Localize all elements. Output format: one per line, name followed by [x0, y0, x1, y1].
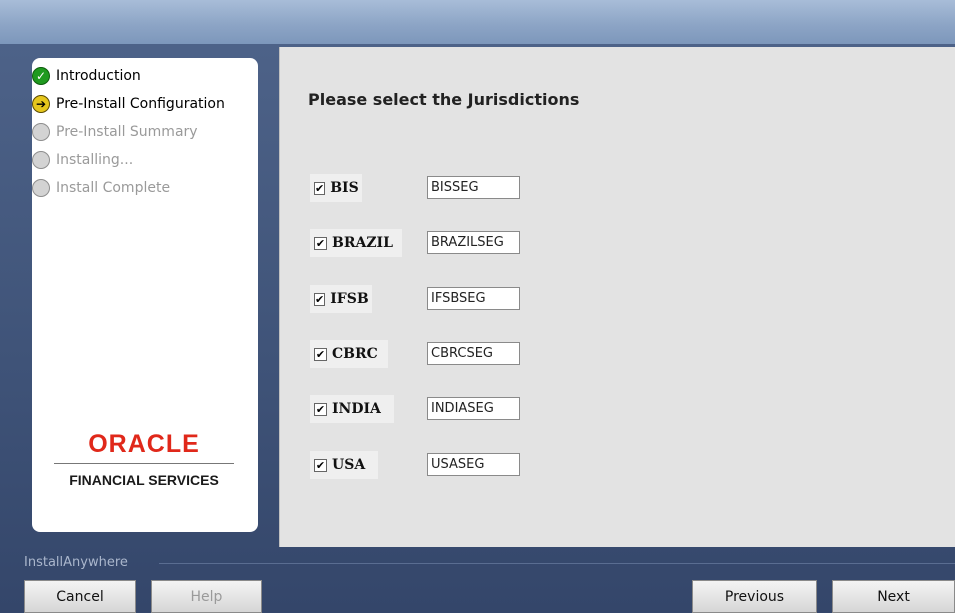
usa-checkbox[interactable]: ✔ USA — [310, 451, 378, 479]
checkmark-icon: ✔ — [314, 402, 327, 416]
step-label: Installing... — [56, 152, 134, 168]
window-title-bar — [0, 0, 955, 44]
step-pre-install-configuration: ➔ Pre-Install Configuration — [32, 94, 225, 114]
step-label: Pre-Install Configuration — [56, 96, 225, 112]
step-install-complete: Install Complete — [32, 178, 170, 198]
india-segment-input[interactable] — [427, 397, 520, 420]
bis-checkbox[interactable]: ✔ BIS — [310, 174, 362, 202]
brazil-checkbox[interactable]: ✔ BRAZIL — [310, 229, 402, 257]
ifsb-checkbox[interactable]: ✔ IFSB — [310, 285, 372, 313]
next-button[interactable]: Next — [832, 580, 955, 613]
usa-segment-input[interactable] — [427, 453, 520, 476]
checkmark-icon: ✔ — [314, 347, 327, 361]
checkmark-icon: ✔ — [314, 181, 326, 195]
empty-circle-icon — [32, 151, 50, 169]
help-button[interactable]: Help — [151, 580, 262, 613]
check-circle-icon: ✓ — [32, 67, 50, 85]
ifsb-segment-input[interactable] — [427, 287, 520, 310]
logo-divider — [54, 463, 234, 464]
step-label: Introduction — [56, 68, 141, 84]
previous-button[interactable]: Previous — [692, 580, 817, 613]
oracle-wordmark: ORACLE — [88, 430, 200, 458]
step-label: Pre-Install Summary — [56, 124, 198, 140]
india-checkbox[interactable]: ✔ INDIA — [310, 395, 394, 423]
oracle-logo: ORACLE FINANCIAL SERVICES — [54, 430, 234, 488]
checkmark-icon: ✔ — [314, 236, 327, 250]
empty-circle-icon — [32, 179, 50, 197]
cancel-button[interactable]: Cancel — [24, 580, 136, 613]
installanywhere-brand: InstallAnywhere — [24, 555, 128, 570]
step-installing: Installing... — [32, 150, 133, 170]
arrow-right-circle-icon: ➔ — [32, 95, 50, 113]
checkmark-icon: ✔ — [314, 458, 327, 472]
empty-circle-icon — [32, 123, 50, 141]
steps-panel: ✓ Introduction ➔ Pre-Install Configurati… — [32, 58, 258, 532]
main-content: Please select the Jurisdictions ✔ BIS ✔ … — [279, 47, 955, 547]
cbrc-checkbox[interactable]: ✔ CBRC — [310, 340, 388, 368]
brazil-segment-input[interactable] — [427, 231, 520, 254]
step-introduction: ✓ Introduction — [32, 66, 141, 86]
step-label: Install Complete — [56, 180, 171, 196]
bis-segment-input[interactable] — [427, 176, 520, 199]
footer-divider — [159, 563, 955, 564]
cbrc-segment-input[interactable] — [427, 342, 520, 365]
oracle-subtitle: FINANCIAL SERVICES — [69, 472, 219, 488]
step-pre-install-summary: Pre-Install Summary — [32, 122, 198, 142]
page-heading: Please select the Jurisdictions — [308, 90, 580, 109]
checkmark-icon: ✔ — [314, 292, 326, 306]
